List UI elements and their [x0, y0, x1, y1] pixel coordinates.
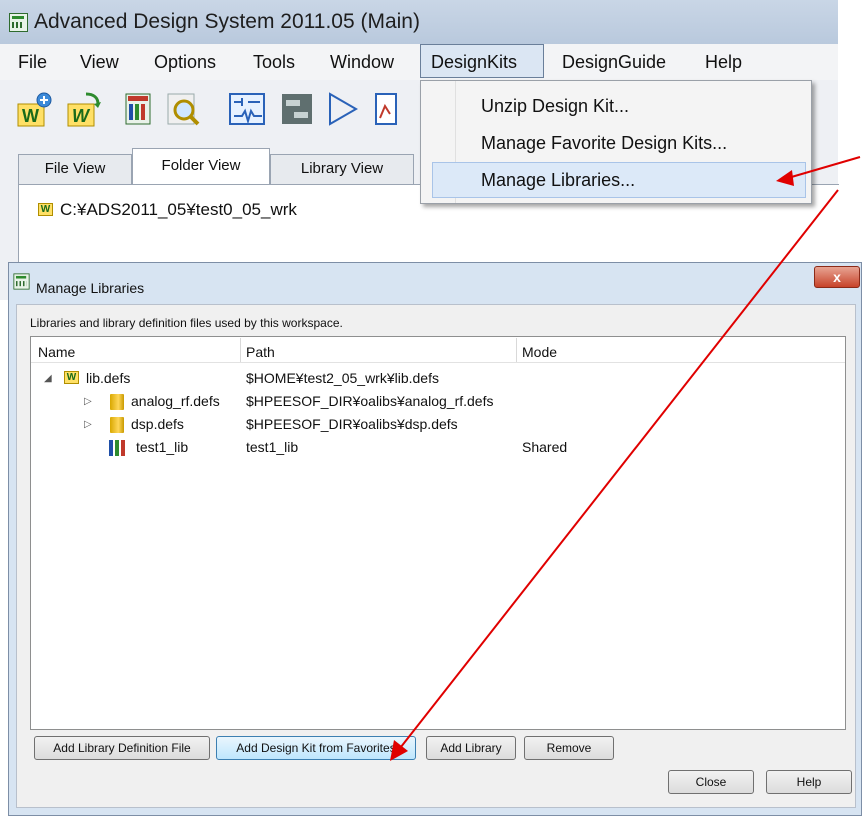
- new-workspace-icon[interactable]: W: [12, 88, 54, 130]
- amplifier-symbol-icon[interactable]: [324, 88, 366, 130]
- ads-app-icon: [9, 13, 28, 32]
- add-library-button[interactable]: Add Library: [426, 736, 516, 760]
- remove-button[interactable]: Remove: [524, 736, 614, 760]
- row-name: analog_rf.defs: [131, 393, 220, 409]
- menu-help[interactable]: Help: [705, 52, 742, 73]
- column-header-name[interactable]: Name: [38, 344, 75, 360]
- workspace-icon: W: [64, 371, 79, 384]
- layout-icon[interactable]: [278, 88, 320, 130]
- tab-file-view[interactable]: File View: [18, 154, 132, 184]
- folder-icon: [110, 417, 124, 433]
- menu-item-manage-libraries[interactable]: Manage Libraries...: [481, 170, 635, 191]
- window-title: Advanced Design System 2011.05 (Main): [34, 10, 420, 33]
- menu-designkits[interactable]: DesignKits: [431, 52, 517, 73]
- collapse-arrow-icon[interactable]: ◢: [44, 373, 52, 384]
- menu-item-manage-favorite-kits[interactable]: Manage Favorite Design Kits...: [481, 133, 727, 154]
- menu-file[interactable]: File: [18, 52, 47, 73]
- menu-view[interactable]: View: [80, 52, 119, 73]
- column-divider[interactable]: [240, 338, 241, 362]
- header-divider: [31, 362, 845, 363]
- row-path: $HPEESOF_DIR¥oalibs¥dsp.defs: [246, 416, 458, 432]
- expand-arrow-icon[interactable]: ▷: [84, 396, 92, 407]
- workspace-icon: W: [38, 203, 53, 216]
- dialog-app-icon: [13, 273, 30, 290]
- row-name: lib.defs: [86, 370, 131, 386]
- library-icon: [109, 440, 129, 456]
- folder-icon: [110, 394, 124, 410]
- column-header-mode[interactable]: Mode: [522, 344, 557, 360]
- data-display-icon[interactable]: [372, 88, 420, 130]
- row-mode: Shared: [522, 439, 568, 455]
- menu-options[interactable]: Options: [154, 52, 216, 73]
- column-header-path[interactable]: Path: [246, 344, 275, 360]
- row-name: test1_lib: [136, 439, 189, 455]
- svg-text:W: W: [72, 106, 91, 126]
- menu-window[interactable]: Window: [330, 52, 394, 73]
- row-name: dsp.defs: [131, 416, 184, 432]
- table-row[interactable]: test1_lib test1_lib Shared: [32, 437, 844, 459]
- table-row[interactable]: ▷ analog_rf.defs $HPEESOF_DIR¥oalibs¥ana…: [32, 391, 844, 413]
- workspace-path: C:¥ADS2011_05¥test0_05_wrk: [60, 200, 297, 219]
- menu-tools[interactable]: Tools: [253, 52, 295, 73]
- title-bar: Advanced Design System 2011.05 (Main): [0, 0, 838, 44]
- dialog-description: Libraries and library definition files u…: [30, 316, 343, 330]
- tab-library-view[interactable]: Library View: [270, 154, 414, 184]
- dialog-close-button[interactable]: x: [814, 266, 860, 288]
- add-library-definition-file-button[interactable]: Add Library Definition File: [34, 736, 210, 760]
- expand-arrow-icon[interactable]: ▷: [84, 419, 92, 430]
- tab-folder-view[interactable]: Folder View: [132, 148, 270, 185]
- table-row[interactable]: ◢ W lib.defs $HOME¥test2_05_wrk¥lib.defs: [32, 368, 844, 390]
- table-row[interactable]: ▷ dsp.defs $HPEESOF_DIR¥oalibs¥dsp.defs: [32, 414, 844, 436]
- menu-designguide[interactable]: DesignGuide: [562, 52, 666, 73]
- column-divider[interactable]: [516, 338, 517, 362]
- row-path: test1_lib: [246, 439, 299, 455]
- help-button[interactable]: Help: [766, 770, 852, 794]
- menu-item-unzip-design-kit[interactable]: Unzip Design Kit...: [481, 96, 629, 117]
- search-icon[interactable]: [162, 88, 204, 130]
- add-design-kit-from-favorites-button[interactable]: Add Design Kit from Favorites: [216, 736, 416, 760]
- dialog-title: Manage Libraries: [36, 280, 145, 296]
- row-path: $HPEESOF_DIR¥oalibs¥analog_rf.defs: [246, 393, 494, 409]
- close-button[interactable]: Close: [668, 770, 754, 794]
- schematic-icon[interactable]: [226, 88, 268, 130]
- svg-text:W: W: [22, 106, 39, 126]
- row-path: $HOME¥test2_05_wrk¥lib.defs: [246, 370, 439, 386]
- new-library-icon[interactable]: [120, 88, 162, 130]
- open-workspace-icon[interactable]: W: [62, 88, 104, 130]
